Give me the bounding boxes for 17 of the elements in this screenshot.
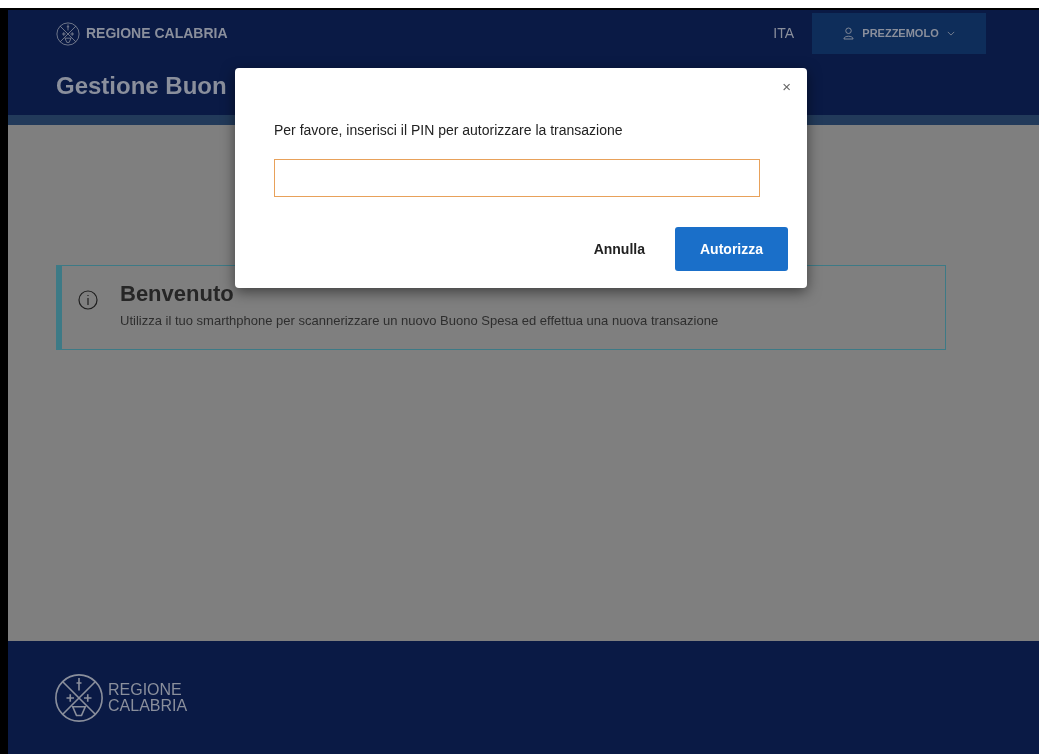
close-button[interactable]: × xyxy=(782,76,791,99)
page-title: Gestione Buon xyxy=(56,71,227,101)
pin-prompt: Per favore, inserisci il PIN per autorizzare la transazione xyxy=(274,121,624,140)
user-menu-button[interactable]: PREZZEMOLO xyxy=(812,13,986,54)
cancel-button[interactable]: Annulla xyxy=(593,238,645,260)
alert-title: Benvenuto xyxy=(120,280,235,308)
language-button[interactable]: ITA xyxy=(773,23,794,44)
brand-name: REGIONE CALABRIA xyxy=(86,24,228,43)
pin-input-field[interactable] xyxy=(274,159,760,197)
authorize-button[interactable]: Autorizza xyxy=(675,227,788,271)
footer-brand-line: CALABRIA xyxy=(108,697,188,714)
user-icon xyxy=(843,27,855,40)
footer-brand-line: REGIONE xyxy=(108,681,183,698)
coat-of-arms-icon xyxy=(54,672,104,723)
chevron-down-icon xyxy=(946,31,955,36)
coat-of-arms-icon xyxy=(56,21,80,46)
info-icon xyxy=(78,290,98,310)
